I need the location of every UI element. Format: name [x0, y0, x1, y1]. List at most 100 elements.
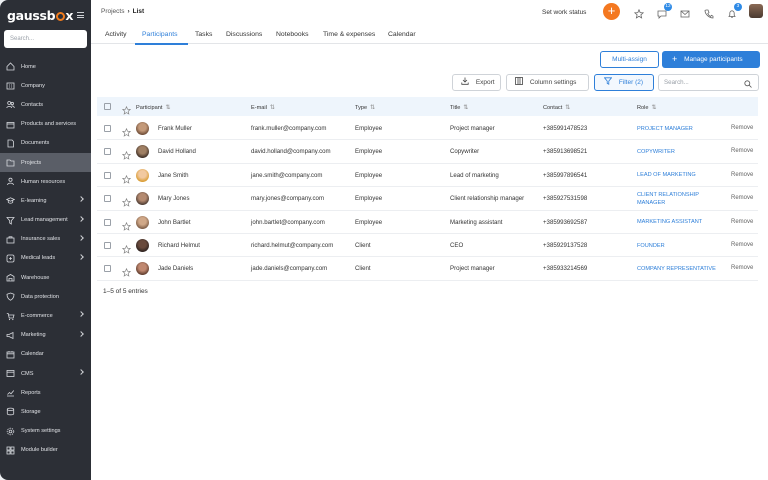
sidebar-item-company[interactable]: Company: [0, 76, 91, 95]
sort-icon[interactable]: ⇅: [565, 105, 570, 111]
role-link[interactable]: PROJECT MANAGER: [637, 126, 693, 132]
sidebar-item-system-settings[interactable]: System settings: [0, 422, 91, 441]
sidebar-item-contacts[interactable]: Contacts: [0, 95, 91, 114]
star-icon[interactable]: [121, 102, 132, 115]
sidebar-item-insurance-sales[interactable]: Insurance sales: [0, 230, 91, 249]
tab-time-expenses[interactable]: Time & expenses: [323, 31, 375, 38]
role-link[interactable]: COMPANY REPRESENTATIVE: [637, 266, 716, 272]
sort-icon[interactable]: ⇅: [370, 105, 375, 111]
sidebar-item-cms[interactable]: CMS: [0, 364, 91, 383]
column-header-title[interactable]: Title ⇅: [450, 104, 468, 111]
table-row[interactable]: Jane Smith jane.smith@company.com Employee…: [97, 164, 758, 188]
role-link[interactable]: MARKETING ASSISTANT: [637, 219, 702, 225]
participant-name[interactable]: John Bartlet: [158, 219, 191, 226]
mail-icon[interactable]: [680, 6, 690, 18]
chevron-right-icon[interactable]: [78, 254, 84, 260]
remove-button[interactable]: Remove: [731, 265, 753, 271]
remove-button[interactable]: Remove: [731, 219, 753, 225]
star-icon[interactable]: [121, 171, 132, 184]
star-icon[interactable]: [121, 124, 132, 137]
participant-name[interactable]: Jade Daniels: [158, 265, 193, 272]
star-icon[interactable]: [121, 264, 132, 278]
sidebar-item-e-commerce[interactable]: E-commerce: [0, 306, 91, 325]
chevron-right-icon[interactable]: [78, 215, 84, 222]
column-header-contact[interactable]: Contact ⇅: [543, 104, 570, 111]
chevron-right-icon[interactable]: [78, 330, 84, 337]
sidebar-item-warehouse[interactable]: Warehouse: [0, 268, 91, 287]
chevron-right-icon[interactable]: [78, 311, 84, 318]
sidebar-item-data-protection[interactable]: Data protection: [0, 287, 91, 306]
participant-name[interactable]: Jane Smith: [158, 172, 188, 179]
sidebar-item-module-builder[interactable]: Module builder: [0, 441, 91, 460]
tab-calendar[interactable]: Calendar: [388, 31, 416, 38]
participant-name[interactable]: Mary Jones: [158, 195, 190, 202]
breadcrumb-projects[interactable]: Projects: [101, 8, 124, 15]
add-button[interactable]: +: [603, 3, 620, 20]
search-icon[interactable]: [744, 79, 752, 94]
column-header-email[interactable]: E-mail ⇅: [251, 104, 275, 111]
remove-button[interactable]: Remove: [731, 172, 753, 178]
star-icon[interactable]: [121, 241, 132, 254]
chevron-right-icon[interactable]: [78, 369, 84, 375]
tab-tasks[interactable]: Tasks: [195, 31, 212, 38]
filter-button[interactable]: Filter (2): [594, 74, 654, 91]
sidebar-item-products-and-services[interactable]: Products and services: [0, 115, 91, 134]
column-settings-button[interactable]: Column settings: [506, 74, 589, 91]
participant-name[interactable]: David Holland: [158, 148, 196, 155]
star-icon[interactable]: [121, 147, 132, 161]
sidebar-item-marketing[interactable]: Marketing: [0, 326, 91, 345]
sort-icon[interactable]: ⇅: [165, 105, 170, 111]
star-icon[interactable]: [121, 218, 132, 231]
column-header-role[interactable]: Role ⇅: [637, 104, 657, 111]
sidebar-item-e-learning[interactable]: E-learning: [0, 191, 91, 210]
row-checkbox[interactable]: [104, 195, 111, 203]
chevron-right-icon[interactable]: [78, 196, 84, 203]
sidebar-item-medical-leads[interactable]: Medical leads: [0, 249, 91, 268]
phone-icon[interactable]: [704, 6, 714, 19]
sidebar-item-reports[interactable]: Reports: [0, 383, 91, 402]
sidebar-item-home[interactable]: Home: [0, 57, 91, 76]
sidebar-item-human-resources[interactable]: Human resources: [0, 172, 91, 191]
row-checkbox[interactable]: [104, 148, 111, 156]
role-link[interactable]: COPYWRITER: [637, 149, 675, 155]
tab-activity[interactable]: Activity: [105, 31, 127, 38]
bell-icon[interactable]: 3: [727, 3, 742, 18]
row-checkbox[interactable]: [104, 265, 111, 273]
table-row[interactable]: John Bartlet john.bartlet@company.com Empl…: [97, 211, 758, 234]
set-work-status-button[interactable]: Set work status: [542, 9, 586, 16]
sort-icon[interactable]: ⇅: [652, 105, 657, 111]
remove-button[interactable]: Remove: [731, 242, 753, 248]
sidebar-item-documents[interactable]: Documents: [0, 134, 91, 153]
remove-button[interactable]: Remove: [731, 195, 753, 201]
tab-notebooks[interactable]: Notebooks: [276, 31, 309, 38]
logo[interactable]: gaussb x: [7, 8, 73, 23]
table-row[interactable]: David Holland david.holland@company.com Em…: [97, 140, 758, 164]
table-row[interactable]: Jade Daniels jade.daniels@company.com Clie…: [97, 257, 758, 281]
role-link[interactable]: CLIENT RELATIONSHIP MANAGER: [637, 191, 699, 207]
sidebar-item-projects[interactable]: Projects: [0, 152, 91, 173]
sidebar-search-input[interactable]: Search...: [4, 30, 87, 48]
sidebar-item-storage[interactable]: Storage: [0, 402, 91, 421]
multi-assign-button[interactable]: Multi-assign: [600, 51, 659, 68]
column-header-type[interactable]: Type ⇅: [355, 104, 375, 111]
select-all-checkbox[interactable]: [104, 103, 111, 110]
column-header-participant[interactable]: Participant ⇅: [136, 104, 170, 111]
star-icon[interactable]: [121, 194, 132, 207]
table-search-input[interactable]: Search...: [658, 74, 759, 91]
participant-name[interactable]: Richard Helmut: [158, 242, 200, 249]
user-avatar[interactable]: [749, 4, 763, 18]
table-row[interactable]: Frank Muller frank.muller@company.com Empl…: [97, 117, 758, 141]
hamburger-menu-icon[interactable]: [77, 12, 84, 18]
tab-participants[interactable]: Participants: [142, 31, 178, 38]
remove-button[interactable]: Remove: [731, 125, 753, 131]
remove-button[interactable]: Remove: [731, 148, 753, 154]
table-row[interactable]: Mary Jones mary.jones@company.com Employee…: [97, 187, 758, 211]
chevron-right-icon[interactable]: [78, 234, 84, 241]
table-row[interactable]: Richard Helmut richard.helmut@company.com…: [97, 234, 758, 258]
export-button[interactable]: Export: [452, 74, 501, 91]
sidebar-item-calendar[interactable]: Calendar: [0, 345, 91, 364]
manage-participants-button[interactable]: + Manage participants: [662, 51, 760, 68]
star-icon[interactable]: [633, 6, 645, 19]
sidebar-item-lead-management[interactable]: Lead management: [0, 211, 91, 230]
sort-icon[interactable]: ⇅: [270, 105, 275, 111]
